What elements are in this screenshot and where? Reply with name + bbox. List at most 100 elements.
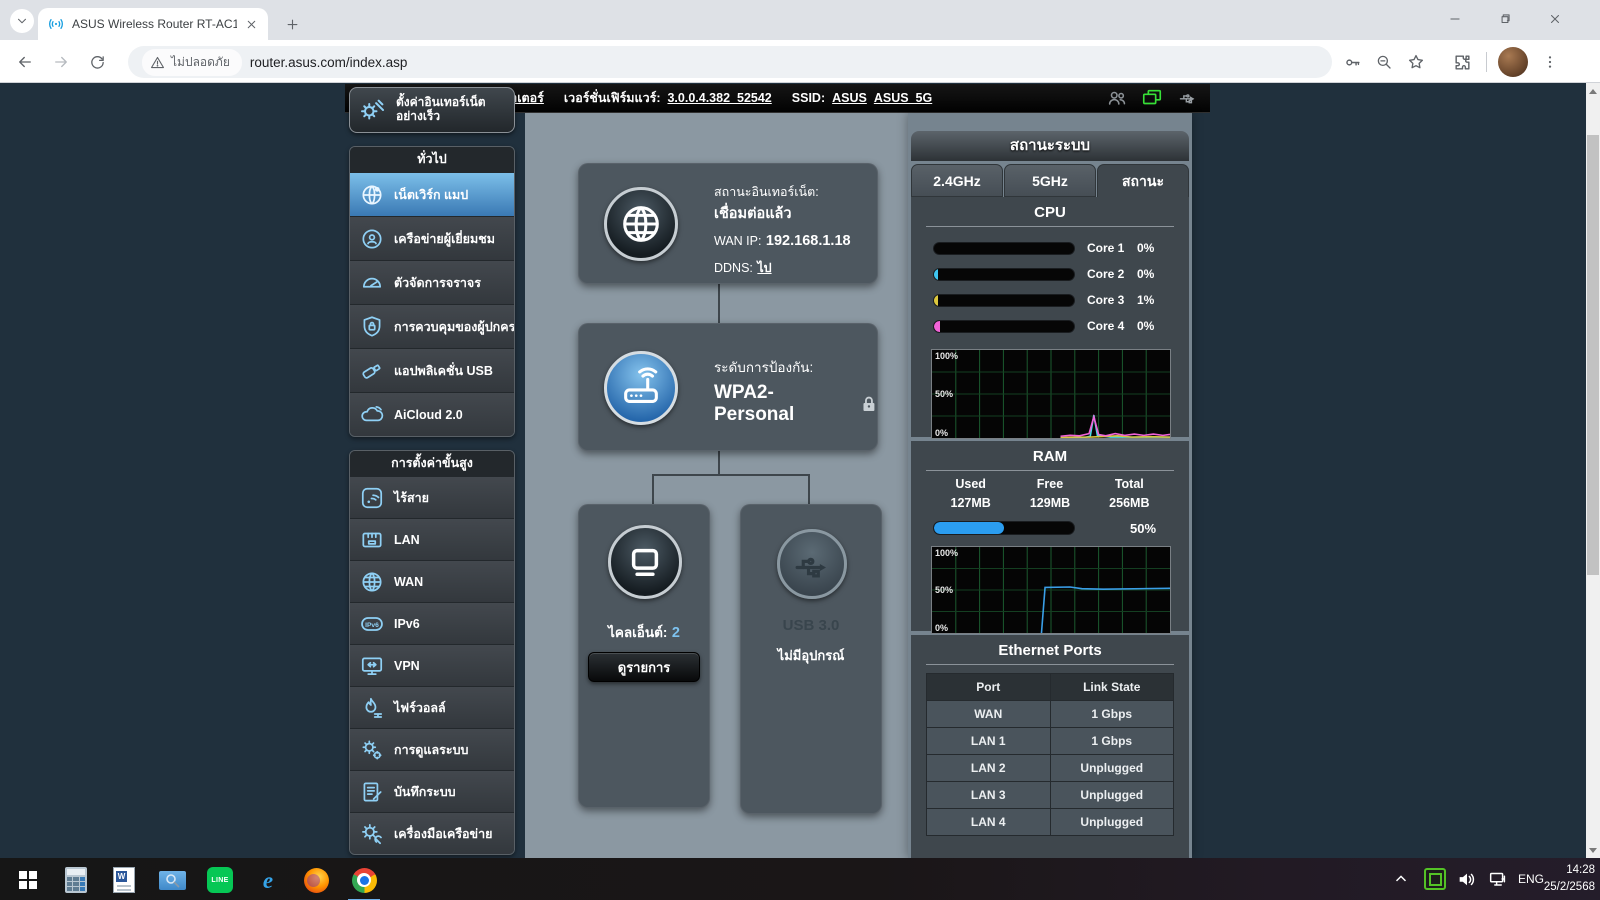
toolbar-separator — [1486, 52, 1487, 72]
scroll-up-icon — [1589, 89, 1597, 94]
ssid-5-link[interactable]: ASUS_5G — [874, 91, 932, 105]
window-restore-button[interactable] — [1490, 6, 1520, 32]
clock-time: 14:28 — [1535, 862, 1595, 879]
sidebar-item-firewall[interactable]: ไฟร์วอลล์ — [350, 686, 514, 728]
scroll-up-button[interactable] — [1586, 83, 1600, 99]
quick-setup-label: ตั้งค่าอินเทอร์เน็ต อย่างเร็ว — [396, 96, 506, 124]
table-row: WAN1 Gbps — [927, 701, 1174, 728]
internet-globe-icon — [604, 187, 678, 261]
core3-value: 1% — [1137, 293, 1154, 307]
browser-tab[interactable]: ASUS Wireless Router RT-AC130 — [38, 8, 268, 40]
ram-used-label: Used — [931, 475, 1010, 494]
browser-menu-button[interactable] — [1536, 48, 1564, 76]
tray-network-button[interactable] — [1486, 858, 1510, 900]
extensions-button[interactable] — [1448, 48, 1476, 76]
sidebar-item-wireless[interactable]: ไร้สาย — [350, 476, 514, 518]
taskbar-calculator[interactable] — [56, 865, 96, 895]
ram-total-value: 256MB — [1090, 494, 1169, 513]
network-map-area: สถานะอินเทอร์เน็ต: เชื่อมต่อแล้ว WAN IP:… — [525, 113, 908, 858]
security-card[interactable]: ระดับการป้องกัน: WPA2-Personal — [578, 323, 878, 451]
sidebar-item-parental-controls[interactable]: การควบคุมของผู้ปกครอง — [350, 304, 514, 348]
cpu-graph-tick-50: 50% — [935, 389, 953, 399]
connector-line — [808, 474, 810, 506]
start-button[interactable] — [8, 865, 48, 895]
bookmark-button[interactable] — [1402, 48, 1430, 76]
taskbar-search-app[interactable] — [152, 865, 192, 895]
usb-status-icon[interactable] — [1176, 88, 1200, 108]
client-monitor-icon — [608, 525, 682, 599]
separator — [926, 470, 1174, 471]
firmware-value-link[interactable]: 3.0.0.4.382_52542 — [667, 91, 771, 105]
cpu-core-row: Core 4 0% — [933, 313, 1189, 339]
tray-volume-button[interactable] — [1456, 858, 1478, 900]
taskbar-firefox[interactable] — [296, 865, 336, 895]
linkstate-cell: Unplugged — [1050, 809, 1174, 836]
ddns-go-link[interactable]: ไป — [757, 261, 771, 275]
security-chip[interactable]: ไม่ปลอดภัย — [142, 49, 242, 76]
sidebar-item-system-log[interactable]: บันทึกระบบ — [350, 770, 514, 812]
ram-history-graph: 100% 50% 0% — [931, 546, 1171, 634]
ram-summary: Used127MB Free129MB Total256MB — [931, 475, 1169, 513]
sidebar-item-guest-network[interactable]: เครือข่ายผู้เยี่ยมชม — [350, 216, 514, 260]
view-list-button[interactable]: ดูรายการ — [588, 652, 700, 682]
address-bar[interactable]: ไม่ปลอดภัย router.asus.com/index.asp — [128, 46, 1332, 78]
internet-status-card[interactable]: สถานะอินเทอร์เน็ต: เชื่อมต่อแล้ว WAN IP:… — [578, 163, 878, 284]
window-minimize-button[interactable] — [1440, 6, 1470, 32]
tab-status[interactable]: สถานะ — [1097, 164, 1189, 197]
ssid-24-link[interactable]: ASUS — [832, 91, 867, 105]
tray-clock[interactable]: 14:28 25/2/2568 — [1535, 862, 1595, 896]
usb-card[interactable]: USB 3.0 ไม่มีอุปกรณ์ — [740, 504, 882, 814]
scrollbar-thumb[interactable] — [1587, 135, 1599, 575]
cpu-core-row: Core 3 1% — [933, 287, 1189, 313]
sidebar-item-network-tools[interactable]: เครื่องมือเครือข่าย — [350, 812, 514, 854]
system-status-panel: สถานะระบบ 2.4GHz 5GHz สถานะ CPU Core 1 0… — [908, 113, 1192, 858]
sidebar-item-administration[interactable]: การดูแลระบบ — [350, 728, 514, 770]
tab-5ghz[interactable]: 5GHz — [1004, 164, 1096, 197]
general-section-header: ทั่วไป — [350, 147, 514, 172]
sidebar-item-ipv6[interactable]: IPv6 IPv6 — [350, 602, 514, 644]
password-manager-button[interactable] — [1338, 48, 1366, 76]
sidebar-item-traffic-manager[interactable]: ตัวจัดการจราจร — [350, 260, 514, 304]
sidebar-item-lan[interactable]: LAN — [350, 518, 514, 560]
profile-avatar[interactable] — [1498, 47, 1528, 77]
network-map-status-icon[interactable] — [1140, 87, 1164, 109]
sidebar-item-usb-application[interactable]: แอปพลิเคชั่น USB — [350, 348, 514, 392]
scroll-down-button[interactable] — [1586, 842, 1600, 858]
sidebar-item-network-map[interactable]: เน็ตเวิร์ก แมป — [350, 172, 514, 216]
clients-count: 2 — [672, 625, 680, 641]
tab-search-button[interactable] — [10, 9, 34, 33]
ram-used-value: 127MB — [931, 494, 1010, 513]
sidebar-item-aicloud[interactable]: AiCloud 2.0 — [350, 392, 514, 436]
asus-router-favicon — [48, 16, 64, 32]
taskbar-chrome[interactable] — [344, 865, 384, 895]
tray-show-hidden-button[interactable] — [1392, 858, 1416, 900]
sidebar-item-wan[interactable]: WAN — [350, 560, 514, 602]
key-icon — [1343, 53, 1362, 72]
taskbar-word[interactable]: W — [104, 865, 144, 895]
quick-internet-setup-button[interactable]: ตั้งค่าอินเทอร์เน็ต อย่างเร็ว — [349, 87, 515, 133]
clients-card[interactable]: ไคลเอ็นต์: 2 ดูรายการ — [578, 504, 710, 808]
router-icon — [604, 351, 678, 425]
sidebar-item-vpn[interactable]: VPN — [350, 644, 514, 686]
line-app-icon: LINE — [207, 867, 233, 893]
kebab-menu-icon — [1542, 54, 1558, 70]
sidebar-item-label: การควบคุมของผู้ปกครอง — [394, 317, 515, 337]
traffic-manager-icon — [359, 270, 385, 296]
client-list-icon[interactable] — [1106, 87, 1128, 109]
tray-app-icon[interactable] — [1424, 858, 1446, 900]
back-button[interactable] — [12, 49, 38, 75]
tab-close-icon[interactable] — [245, 18, 258, 31]
sidebar-item-label: แอปพลิเคชั่น USB — [394, 361, 493, 381]
tab-24ghz[interactable]: 2.4GHz — [911, 164, 1003, 197]
firewall-icon — [359, 695, 385, 721]
forward-button[interactable] — [48, 49, 74, 75]
page-scrollbar[interactable] — [1586, 83, 1600, 858]
new-tab-button[interactable] — [280, 12, 304, 36]
taskbar-internet-explorer[interactable]: e — [248, 865, 288, 895]
taskbar-line[interactable]: LINE — [200, 865, 240, 895]
reload-button[interactable] — [84, 49, 110, 75]
zoom-indicator-button[interactable] — [1370, 48, 1398, 76]
ssid-label: SSID: — [792, 91, 825, 105]
window-close-button[interactable] — [1540, 6, 1570, 32]
cpu-core-row: Core 1 0% — [933, 235, 1189, 261]
